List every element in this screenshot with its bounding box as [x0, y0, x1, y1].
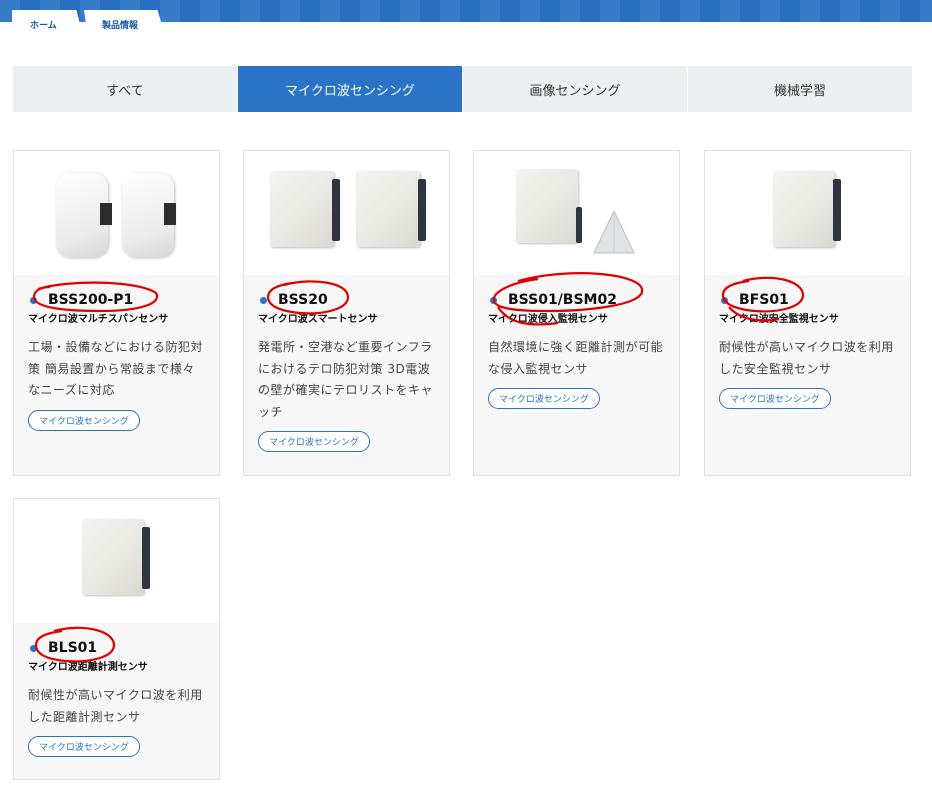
breadcrumb-current: 製品情報	[84, 10, 164, 32]
product-subtitle: マイクロ波侵入監視センサ	[488, 314, 608, 325]
tab-microwave-sensing[interactable]: マイクロ波センシング	[238, 66, 462, 112]
category-tag[interactable]: マイクロ波センシング	[258, 431, 370, 452]
bullet-icon	[260, 296, 267, 304]
breadcrumb-home-link[interactable]: ホーム	[12, 10, 82, 32]
product-card-bss20[interactable]: BSS20 マイクロ波スマートセンサ 発電所・空港など重要インフラにおけるテロ防…	[243, 150, 450, 476]
product-description: 工場・設備などにおける防犯対策 簡易設置から常設まで様々なニーズに対応	[28, 340, 204, 397]
tab-image-sensing[interactable]: 画像センシング	[463, 66, 687, 112]
category-tag[interactable]: マイクロ波センシング	[28, 736, 140, 757]
product-name[interactable]: BLS01	[48, 640, 97, 656]
tab-machine-learning[interactable]: 機械学習	[688, 66, 912, 112]
product-subtitle: マイクロ波安全監視センサ	[719, 314, 839, 325]
product-name[interactable]: BSS200-P1	[48, 292, 133, 308]
product-image	[14, 499, 219, 623]
product-card-bss01-bsm02[interactable]: BSS01/BSM02 マイクロ波侵入監視センサ 自然環境に強く距離計測が可能な…	[473, 150, 680, 476]
product-description: 発電所・空港など重要インフラにおけるテロ防犯対策 3D電波の壁が確実にテロリスト…	[258, 340, 434, 419]
breadcrumb: ホーム 製品情報	[12, 10, 164, 32]
bullet-icon	[30, 296, 37, 304]
bullet-icon	[30, 644, 37, 652]
category-tabs: すべて マイクロ波センシング 画像センシング 機械学習	[13, 66, 912, 112]
product-name[interactable]: BSS20	[278, 292, 328, 308]
product-image	[474, 151, 679, 275]
product-card-bfs01[interactable]: BFS01 マイクロ波安全監視センサ 耐候性が高いマイクロ波を利用した安全監視セ…	[704, 150, 911, 476]
reflector-icon	[593, 209, 635, 254]
product-card-bss200-p1[interactable]: BSS200-P1 マイクロ波マルチスパンセンサ 工場・設備などにおける防犯対策…	[13, 150, 220, 476]
category-tag[interactable]: マイクロ波センシング	[719, 388, 831, 409]
product-image	[14, 151, 219, 275]
product-image	[705, 151, 910, 275]
product-description: 自然環境に強く距離計測が可能な侵入監視センサ	[488, 340, 664, 376]
category-tag[interactable]: マイクロ波センシング	[28, 409, 140, 431]
product-subtitle: マイクロ波距離計測センサ	[28, 662, 148, 673]
category-tag[interactable]: マイクロ波センシング	[488, 388, 600, 409]
product-name[interactable]: BSS01/BSM02	[508, 292, 617, 308]
product-description: 耐候性が高いマイクロ波を利用した距離計測センサ	[28, 688, 203, 724]
product-image	[244, 151, 449, 275]
bullet-icon	[490, 296, 497, 304]
bullet-icon	[721, 296, 728, 304]
product-subtitle: マイクロ波スマートセンサ	[258, 314, 378, 325]
product-name[interactable]: BFS01	[739, 292, 789, 308]
product-card-bls01[interactable]: BLS01 マイクロ波距離計測センサ 耐候性が高いマイクロ波を利用した距離計測セ…	[13, 498, 220, 780]
tab-all[interactable]: すべて	[13, 66, 237, 112]
product-description: 耐候性が高いマイクロ波を利用した安全監視センサ	[719, 340, 894, 376]
product-subtitle: マイクロ波マルチスパンセンサ	[28, 314, 169, 325]
